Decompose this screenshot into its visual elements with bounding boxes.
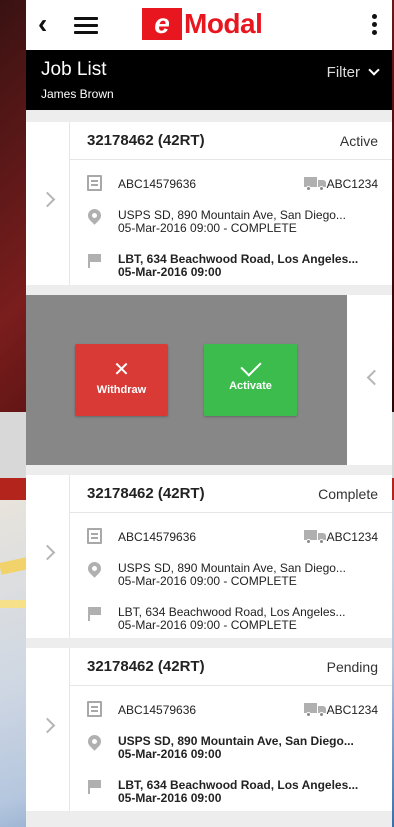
truck-id: ABC1234 <box>326 703 378 717</box>
pickup-row: USPS SD, 890 Mountain Ave, San Diego... … <box>70 559 392 595</box>
dropoff-time: 05-Mar-2016 09:00 <box>118 791 222 805</box>
location-pin-icon <box>85 559 104 578</box>
job-id: 32178462 (42RT) <box>87 658 205 675</box>
chevron-left-icon[interactable] <box>366 369 383 386</box>
status-badge: Pending <box>326 659 378 675</box>
swiped-job-card[interactable]: ✕ Withdraw Activate <box>26 295 392 465</box>
job-id: 32178462 (42RT) <box>87 132 205 149</box>
dropoff-time: 05-Mar-2016 09:00 <box>118 265 222 279</box>
flag-icon <box>88 254 102 268</box>
location-pin-icon <box>85 206 104 225</box>
reference-number: ABC14579636 <box>118 177 197 191</box>
card-header: 32178462 (42RT) Pending <box>70 648 392 686</box>
filter-dropdown[interactable]: Filter <box>326 64 380 81</box>
status-badge: Active <box>339 133 378 149</box>
pickup-row: USPS SD, 890 Mountain Ave, San Diego... … <box>70 206 392 242</box>
withdraw-button[interactable]: ✕ Withdraw <box>75 344 168 416</box>
pickup-address: USPS SD, 890 Mountain Ave, San Diego... <box>118 561 346 575</box>
close-icon: ✕ <box>113 359 130 381</box>
logo-text: Modal <box>184 8 263 39</box>
pickup-time: 05-Mar-2016 09:00 <box>118 747 222 761</box>
truck-id: ABC1234 <box>326 177 378 191</box>
dropoff-time: 05-Mar-2016 09:00 - COMPLETE <box>118 618 297 632</box>
logo-e: e <box>142 8 182 40</box>
pickup-row: USPS SD, 890 Mountain Ave, San Diego... … <box>70 732 392 768</box>
pickup-time: 05-Mar-2016 09:00 - COMPLETE <box>118 574 297 588</box>
flag-icon <box>88 780 102 794</box>
pickup-address: USPS SD, 890 Mountain Ave, San Diego... <box>118 208 346 222</box>
card-gutter <box>26 122 70 285</box>
ref-row: ABC14579636 ABC1234 <box>70 174 392 194</box>
back-arrow-icon[interactable]: ‹ <box>38 10 47 38</box>
card-header: 32178462 (42RT) Complete <box>70 475 392 513</box>
emodal-logo: e Modal <box>142 8 263 40</box>
ref-row: ABC14579636 ABC1234 <box>70 700 392 720</box>
dropoff-address: LBT, 634 Beachwood Road, Los Angeles... <box>118 778 359 792</box>
dropoff-row: LBT, 634 Beachwood Road, Los Angeles... … <box>70 778 392 812</box>
checkmark-icon <box>239 355 262 377</box>
location-pin-icon <box>85 732 104 751</box>
pickup-address: USPS SD, 890 Mountain Ave, San Diego... <box>118 734 354 748</box>
page-title: Job List <box>41 59 107 80</box>
job-list: 32178462 (42RT) Active ABC14579636 ABC12… <box>26 110 392 811</box>
filter-label: Filter <box>326 64 360 81</box>
pickup-time: 05-Mar-2016 09:00 - COMPLETE <box>118 221 297 235</box>
card-gutter <box>26 648 70 811</box>
job-card[interactable]: 32178462 (42RT) Complete ABC14579636 ABC… <box>26 475 392 638</box>
job-card[interactable]: 32178462 (42RT) Pending ABC14579636 ABC1… <box>26 648 392 811</box>
dropoff-address: LBT, 634 Beachwood Road, Los Angeles... <box>118 605 346 619</box>
flag-icon <box>88 607 102 621</box>
title-bar: Job List James Brown Filter <box>26 50 392 110</box>
card-gutter <box>26 475 70 638</box>
user-name: James Brown <box>41 87 114 101</box>
dropoff-address: LBT, 634 Beachwood Road, Los Angeles... <box>118 252 359 266</box>
chevron-right-icon[interactable] <box>39 191 56 208</box>
status-badge: Complete <box>318 486 378 502</box>
activate-label: Activate <box>229 380 272 392</box>
document-icon <box>87 528 102 544</box>
dropoff-row: LBT, 634 Beachwood Road, Los Angeles... … <box>70 605 392 639</box>
document-icon <box>87 701 102 717</box>
chevron-right-icon[interactable] <box>39 544 56 561</box>
phone-screen: ‹ e Modal Job List James Brown Filter 32… <box>26 0 392 827</box>
hamburger-menu-icon[interactable] <box>74 17 98 34</box>
chevron-right-icon[interactable] <box>39 717 56 734</box>
reference-number: ABC14579636 <box>118 703 197 717</box>
swipe-actions-panel: ✕ Withdraw Activate <box>26 295 347 465</box>
job-id: 32178462 (42RT) <box>87 485 205 502</box>
truck-icon <box>304 177 326 191</box>
truck-id: ABC1234 <box>326 530 378 544</box>
truck-icon <box>304 703 326 717</box>
chevron-down-icon <box>368 64 380 76</box>
document-icon <box>87 175 102 191</box>
ref-row: ABC14579636 ABC1234 <box>70 527 392 547</box>
dropoff-row: LBT, 634 Beachwood Road, Los Angeles... … <box>70 252 392 286</box>
job-card[interactable]: 32178462 (42RT) Active ABC14579636 ABC12… <box>26 122 392 285</box>
more-options-icon[interactable] <box>372 14 378 38</box>
reference-number: ABC14579636 <box>118 530 197 544</box>
activate-button[interactable]: Activate <box>204 344 297 416</box>
card-header: 32178462 (42RT) Active <box>70 122 392 160</box>
withdraw-label: Withdraw <box>96 384 147 396</box>
background-map-road <box>0 600 28 608</box>
truck-icon <box>304 530 326 544</box>
app-bar: ‹ e Modal <box>26 0 392 50</box>
